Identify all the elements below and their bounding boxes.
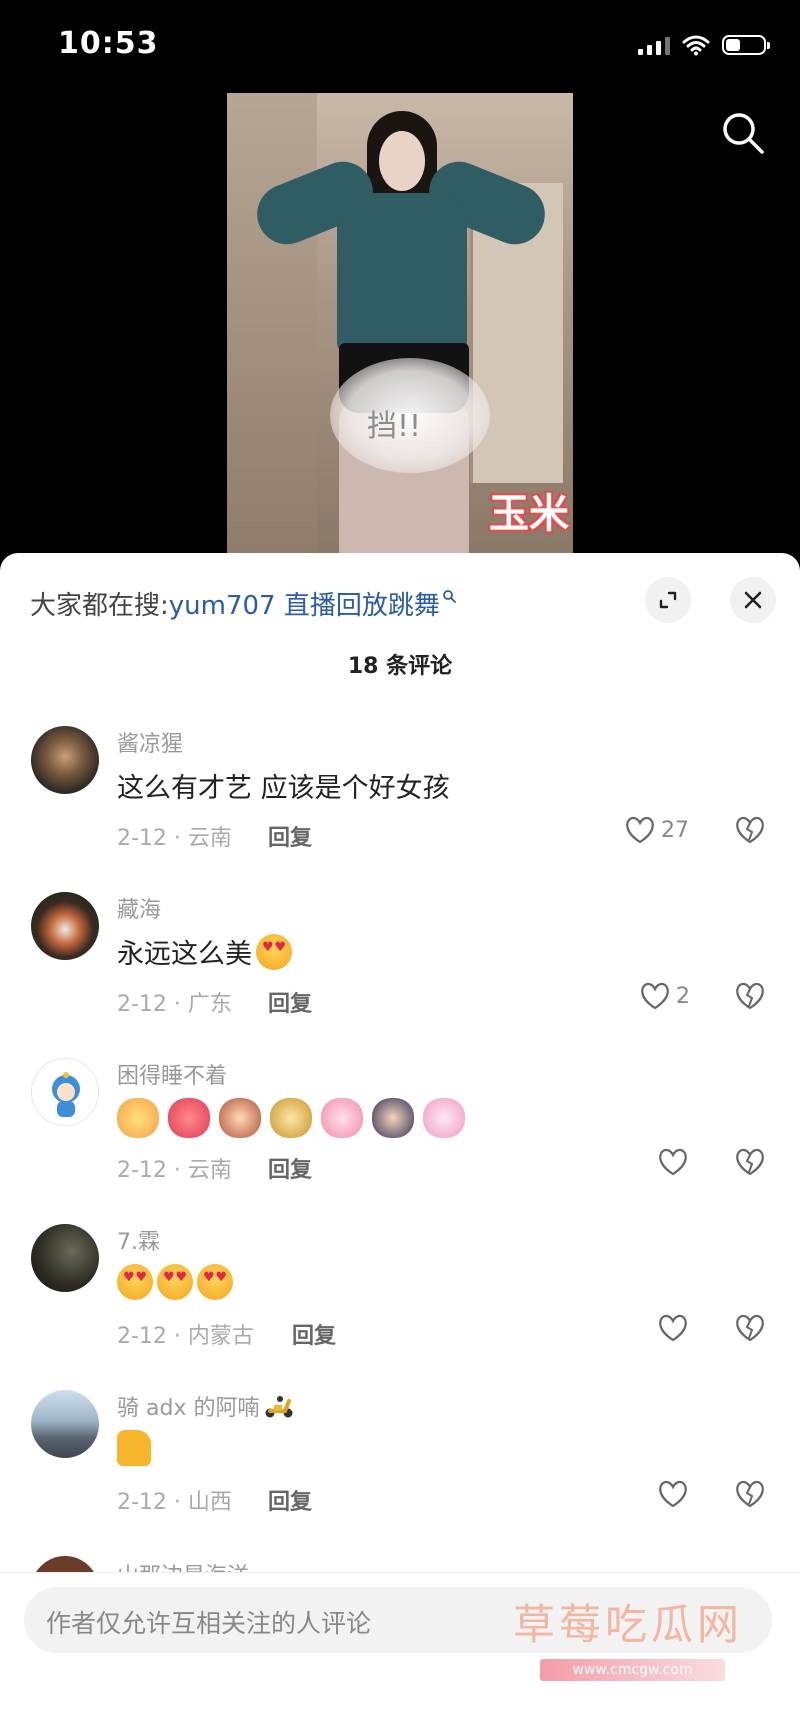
comment-stickers: [117, 1098, 470, 1138]
avatar[interactable]: [31, 1390, 99, 1458]
like-count: 2: [676, 983, 690, 1009]
search-icon: [442, 589, 456, 603]
ninja-sticker-icon: [372, 1098, 414, 1138]
watermark-url: www.cmcgw.com: [540, 1659, 725, 1681]
dislike-icon[interactable]: [735, 816, 765, 844]
comment-item: 困得睡不着 2-12 · 云南 回复: [0, 1058, 800, 1224]
comment-input-placeholder: 作者仅允许互相关注的人评论: [46, 1609, 372, 1638]
expand-button[interactable]: [645, 577, 691, 623]
heart-icon: [659, 1314, 687, 1342]
reply-button[interactable]: 回复: [268, 986, 312, 1018]
comment-item: 藏海 永远这么美 2-12 · 广东 回复 2: [0, 892, 800, 1058]
video-figure-face: [379, 131, 425, 191]
wifi-icon: [682, 35, 710, 56]
comment-meta: 2-12 · 云南: [117, 826, 232, 851]
reply-button[interactable]: 回复: [268, 1484, 312, 1516]
heart-icon: [659, 1480, 687, 1508]
comment-username[interactable]: 酱凉猩: [117, 726, 183, 758]
cartoon-avatar-icon: [52, 1072, 80, 1117]
watermark-title: 草莓吃瓜网: [513, 1600, 744, 1649]
like-button[interactable]: 2: [640, 982, 690, 1010]
hot-search-prefix: 大家都在搜:: [30, 591, 169, 621]
cat-sticker-icon: [117, 1098, 159, 1138]
comment-username[interactable]: 骑 adx 的阿喃: [117, 1390, 295, 1422]
video-figure-torso: [337, 193, 467, 353]
like-count: 27: [661, 817, 689, 843]
comment-username[interactable]: 藏海: [117, 892, 161, 924]
comment-text: 这么有才艺 应该是个好女孩: [117, 766, 450, 805]
girl-sticker-icon: [219, 1098, 261, 1138]
comment-text-body: 这么有才艺 应该是个好女孩: [117, 773, 450, 804]
heart-eyes-emoji-icon: [256, 933, 292, 970]
pink-sticker-icon: [423, 1098, 465, 1138]
dislike-icon[interactable]: [735, 1480, 765, 1508]
comment-username[interactable]: 困得睡不着: [117, 1058, 227, 1090]
comment-username[interactable]: 山那边是海洋: [117, 1558, 249, 1572]
comment-text-body: 永远这么美: [117, 939, 252, 970]
dislike-icon[interactable]: [735, 1314, 765, 1342]
battery-icon: [722, 35, 770, 55]
like-button[interactable]: [658, 1314, 688, 1342]
comment-username-text: 骑 adx 的阿喃: [117, 1396, 260, 1421]
comment-count: 18 条评论: [347, 654, 453, 679]
comment-item: 7.霖 2-12 · 内蒙古 回复: [0, 1224, 800, 1390]
comment-item: 骑 adx 的阿喃 2-12 · 山西 回复: [0, 1390, 800, 1556]
heart-eyes-emoji-icon: [197, 1264, 233, 1300]
like-button[interactable]: 27: [625, 816, 689, 844]
like-button[interactable]: [658, 1148, 688, 1176]
reply-button[interactable]: 回复: [268, 820, 312, 852]
close-button[interactable]: [730, 577, 776, 623]
avatar[interactable]: [31, 892, 99, 960]
like-button[interactable]: [658, 1480, 688, 1508]
video-player[interactable]: 挡!! 玉米: [227, 93, 573, 553]
avatar[interactable]: [31, 1224, 99, 1292]
hot-search[interactable]: 大家都在搜: yum707 直播回放跳舞: [30, 585, 456, 622]
comment-username[interactable]: 7.霖: [117, 1224, 160, 1256]
hot-search-link[interactable]: yum707 直播回放跳舞: [169, 585, 440, 622]
comments-sheet: 大家都在搜: yum707 直播回放跳舞 18 条评论 酱凉猩 这么有才艺 应该…: [0, 553, 800, 1731]
comment-meta: 2-12 · 云南: [117, 1158, 232, 1183]
search-icon[interactable]: [720, 110, 766, 156]
dislike-icon[interactable]: [735, 982, 765, 1010]
avatar[interactable]: [31, 1058, 99, 1126]
heart-eyes-emoji-icon: [117, 1264, 153, 1300]
status-bar: 10:53: [0, 0, 800, 92]
heart-icon: [626, 816, 654, 844]
comment-text: 永远这么美: [117, 932, 292, 971]
comment-text: [117, 1430, 151, 1466]
censor-text: 挡!!: [367, 409, 422, 444]
bunny-sticker-icon: [321, 1098, 363, 1138]
pirate-sticker-icon: [270, 1098, 312, 1138]
comment-input-bar: 作者仅允许互相关注的人评论 草莓吃瓜网 www.cmcgw.com: [0, 1572, 800, 1732]
reply-button[interactable]: 回复: [268, 1152, 312, 1184]
close-icon: [744, 591, 762, 609]
avatar[interactable]: [31, 726, 99, 794]
status-time: 10:53: [58, 26, 159, 61]
dislike-icon[interactable]: [735, 1148, 765, 1176]
comment-meta: 2-12 · 内蒙古: [117, 1324, 254, 1349]
heart-icon: [641, 982, 669, 1010]
comment-meta: 2-12 · 广东: [117, 992, 232, 1017]
comment-item: 酱凉猩 这么有才艺 应该是个好女孩 2-12 · 云南 回复 27: [0, 726, 800, 892]
avatar[interactable]: [31, 1556, 99, 1572]
video-background: [227, 93, 317, 553]
heart-icon: [659, 1148, 687, 1176]
video-caption-sticker: 玉米: [489, 491, 569, 537]
status-icons: [638, 34, 770, 56]
cellular-signal-icon: [638, 35, 670, 55]
comment-text: [117, 1264, 233, 1300]
expand-icon: [659, 591, 677, 609]
monster-sticker-icon: [168, 1098, 210, 1138]
heart-eyes-emoji-icon: [157, 1264, 193, 1300]
reply-button[interactable]: 回复: [292, 1318, 336, 1350]
comment-meta: 2-12 · 山西: [117, 1490, 232, 1515]
thumbs-up-icon: [117, 1430, 151, 1466]
scooter-icon: [265, 1396, 293, 1418]
comment-item: 山那边是海洋: [0, 1556, 800, 1572]
